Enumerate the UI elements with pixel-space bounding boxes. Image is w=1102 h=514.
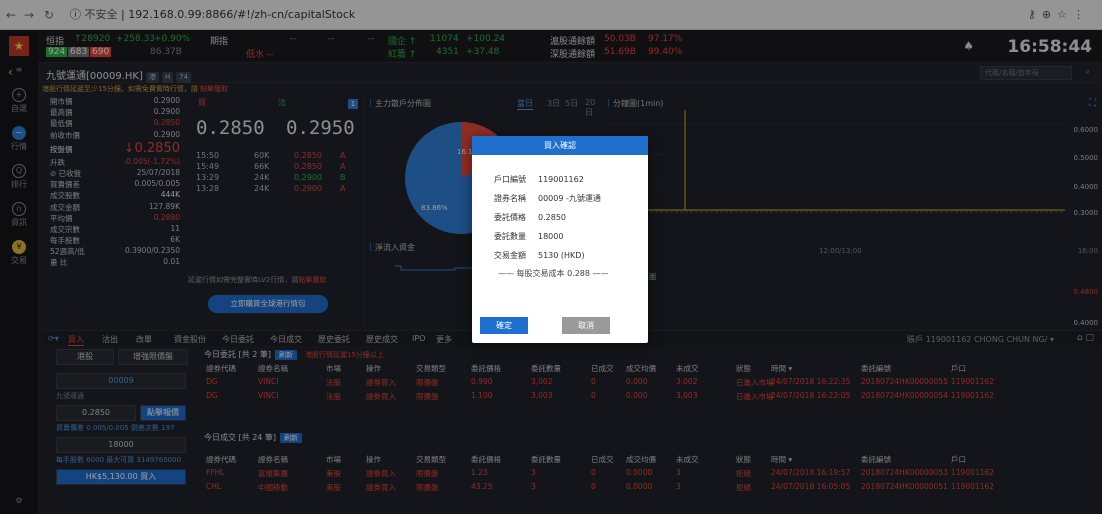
confirm-value: 119001162: [538, 175, 584, 184]
confirm-key: 證券名稱: [494, 194, 526, 203]
confirm-value: 00009 -九號運通: [538, 194, 601, 203]
confirm-value: 18000: [538, 232, 564, 241]
cost-note: —— 每股交易成本 0.288 ——: [498, 269, 609, 278]
confirm-row: 戶口編號 119001162: [494, 174, 584, 185]
buy-confirm-dialog: 買入確認 戶口編號 119001162 證券名稱 00009 -九號運通委託價格 0.2…: [472, 136, 648, 343]
confirm-row: 證券名稱 00009 -九號運通: [494, 193, 601, 204]
confirm-key: 委託數量: [494, 232, 526, 241]
confirm-key: 戶口編號: [494, 175, 526, 184]
confirm-value: 5130 (HKD): [538, 251, 585, 260]
cancel-button[interactable]: 取消: [562, 317, 610, 334]
confirm-value: 0.2850: [538, 213, 566, 222]
confirm-button[interactable]: 確定: [480, 317, 528, 334]
confirm-row: 委託數量 18000: [494, 231, 563, 242]
confirm-row: 委託價格 0.2850: [494, 212, 566, 223]
confirm-row: 交易金額 5130 (HKD): [494, 250, 585, 261]
confirm-key: 交易金額: [494, 251, 526, 260]
dialog-title: 買入確認: [472, 136, 648, 155]
confirm-key: 委託價格: [494, 213, 526, 222]
